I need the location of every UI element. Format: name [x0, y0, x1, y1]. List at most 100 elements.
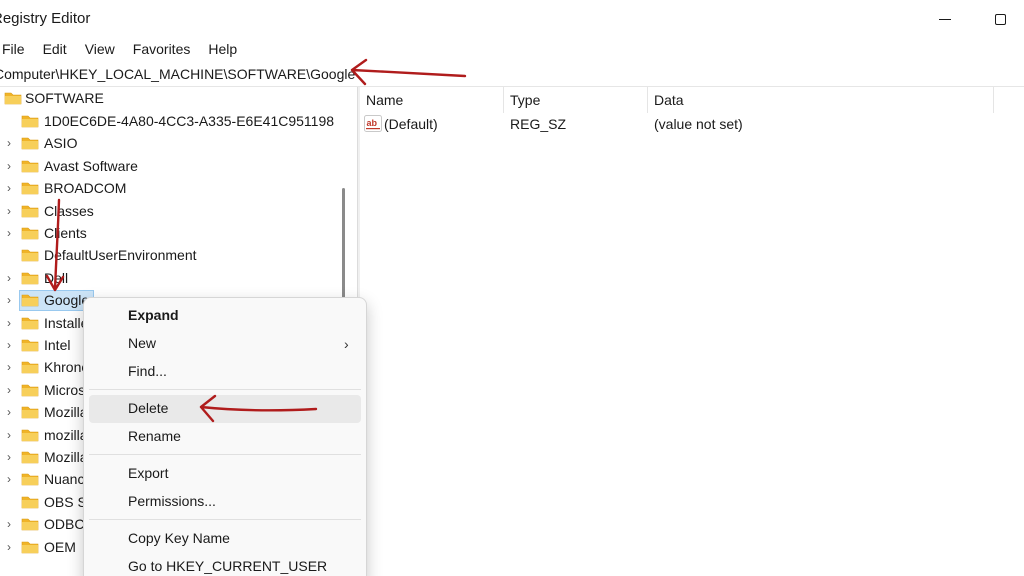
context-menu-label: Permissions... [128, 493, 216, 509]
value-row[interactable]: ab (Default) REG_SZ (value not set) [360, 114, 1024, 136]
context-menu-rename[interactable]: Rename [89, 423, 361, 451]
folder-icon [21, 272, 39, 285]
minimize-button[interactable] [925, 6, 965, 32]
tree-item-label: Avast Software [44, 157, 138, 174]
column-header-data[interactable]: Data [648, 87, 994, 113]
tree-item-label: 1D0EC6DE-4A80-4CC3-A335-E6E41C951198 [44, 113, 335, 129]
tree-item[interactable]: › Dell [0, 267, 357, 289]
tree-item-label: Dell [44, 269, 69, 286]
menu-edit[interactable]: Edit [34, 37, 76, 61]
chevron-right-icon[interactable]: › [7, 294, 15, 306]
title-bar: Registry Editor [0, 0, 1024, 36]
folder-icon [21, 339, 39, 352]
context-menu-copy-key-name[interactable]: Copy Key Name [89, 525, 361, 553]
tree-item[interactable]: DefaultUserEnvironment [0, 244, 357, 266]
menu-favorites[interactable]: Favorites [124, 37, 200, 61]
context-menu-label: New [128, 335, 157, 351]
tree-item[interactable]: › Classes [0, 200, 357, 222]
folder-icon [21, 541, 39, 553]
value-type: REG_SZ [510, 116, 567, 132]
chevron-right-icon[interactable]: › [7, 339, 15, 351]
chevron-right-icon[interactable]: › [7, 317, 15, 329]
chevron-right-icon[interactable]: › [7, 451, 15, 463]
context-menu-delete[interactable]: Delete [89, 395, 361, 423]
value-list: Name Type Data ab (Default) REG_SZ (valu… [360, 87, 1024, 576]
tree-item-label: ODBC [44, 516, 85, 533]
folder-icon [4, 92, 22, 105]
folder-icon [21, 384, 39, 397]
folder-icon [21, 429, 39, 441]
tree-item-label: SOFTWARE [25, 90, 104, 106]
address-bar[interactable]: Computer\HKEY_LOCAL_MACHINE\SOFTWARE\Goo… [0, 62, 1024, 86]
tree-item[interactable]: › Avast Software [0, 155, 357, 177]
chevron-right-icon[interactable]: › [7, 160, 15, 172]
context-menu-label: Find... [128, 363, 167, 379]
tree-item[interactable]: › ASIO [0, 132, 357, 154]
context-menu-label: Export [128, 465, 169, 481]
chevron-right-icon[interactable]: › [7, 541, 15, 553]
chevron-right-icon[interactable]: › [7, 384, 15, 396]
folder-icon [21, 451, 39, 464]
chevron-right-icon[interactable]: › [7, 227, 15, 239]
folder-icon [21, 250, 39, 262]
context-menu-label: Expand [128, 307, 179, 323]
tree-item-label: ASIO [44, 135, 78, 152]
context-menu-new[interactable]: New › [89, 330, 361, 358]
column-header-name[interactable]: Name [360, 87, 504, 113]
tree-item-label: Clients [44, 225, 87, 241]
address-path[interactable]: Computer\HKEY_LOCAL_MACHINE\SOFTWARE\Goo… [0, 66, 355, 82]
menu-separator [89, 454, 361, 455]
context-menu-find[interactable]: Find... [89, 358, 361, 386]
value-name: (Default) [384, 116, 438, 132]
context-menu-export[interactable]: Export [89, 460, 361, 488]
tree-item-software[interactable]: SOFTWARE [0, 87, 357, 109]
tree-item-label: Classes [44, 202, 94, 219]
menu-help[interactable]: Help [199, 37, 246, 61]
chevron-right-icon[interactable]: › [7, 518, 15, 530]
chevron-right-icon[interactable]: › [7, 473, 15, 485]
folder-icon [21, 474, 39, 486]
folder-icon [21, 205, 39, 217]
window-title: Registry Editor [0, 10, 91, 27]
chevron-right-icon[interactable]: › [7, 272, 15, 284]
folder-icon [21, 317, 39, 329]
chevron-right-icon[interactable]: › [7, 182, 15, 194]
chevron-right-icon[interactable]: › [7, 137, 15, 149]
folder-icon [21, 160, 39, 173]
chevron-right-icon[interactable]: › [7, 406, 15, 418]
chevron-right-icon[interactable]: › [7, 361, 15, 373]
tree-item[interactable]: › Clients [0, 222, 357, 244]
folder-icon [21, 362, 39, 374]
menu-separator [89, 389, 361, 390]
chevron-right-icon: › [344, 336, 349, 352]
context-menu-label: Go to HKEY_CURRENT_USER [128, 558, 328, 574]
minimize-icon [939, 18, 951, 20]
menu-view[interactable]: View [76, 37, 124, 61]
context-menu: Expand New › Find... Delete Rename Export Permi… [83, 297, 367, 576]
menu-file[interactable]: File [0, 37, 34, 61]
menu-bar: File Edit View Favorites Help [0, 37, 246, 61]
tree-item[interactable]: › BROADCOM [0, 177, 357, 199]
context-menu-go-to-hkey-current-user[interactable]: Go to HKEY_CURRENT_USER [89, 553, 361, 576]
chevron-right-icon[interactable]: › [7, 429, 15, 441]
context-menu-expand[interactable]: Expand [89, 302, 361, 330]
folder-icon [21, 406, 39, 419]
value-data: (value not set) [654, 116, 743, 132]
maximize-icon [994, 13, 1006, 25]
tree-item-label: DefaultUserEnvironment [44, 247, 197, 264]
folder-icon [21, 294, 39, 307]
menu-separator [89, 519, 361, 520]
column-header-type[interactable]: Type [504, 87, 648, 113]
folder-icon [21, 496, 39, 509]
context-menu-label: Rename [128, 428, 181, 444]
tree-item-label: Mozilla [44, 404, 88, 421]
tree-item-label: OEM [44, 538, 76, 555]
ab-string-icon: ab [364, 115, 382, 132]
context-menu-permissions[interactable]: Permissions... [89, 488, 361, 516]
maximize-button[interactable] [980, 6, 1020, 32]
folder-icon [21, 115, 39, 128]
chevron-right-icon[interactable]: › [7, 205, 15, 217]
svg-text:ab: ab [367, 118, 378, 128]
tree-scroll-thumb[interactable] [342, 188, 345, 303]
tree-item[interactable]: 1D0EC6DE-4A80-4CC3-A335-E6E41C951198 [0, 110, 357, 132]
